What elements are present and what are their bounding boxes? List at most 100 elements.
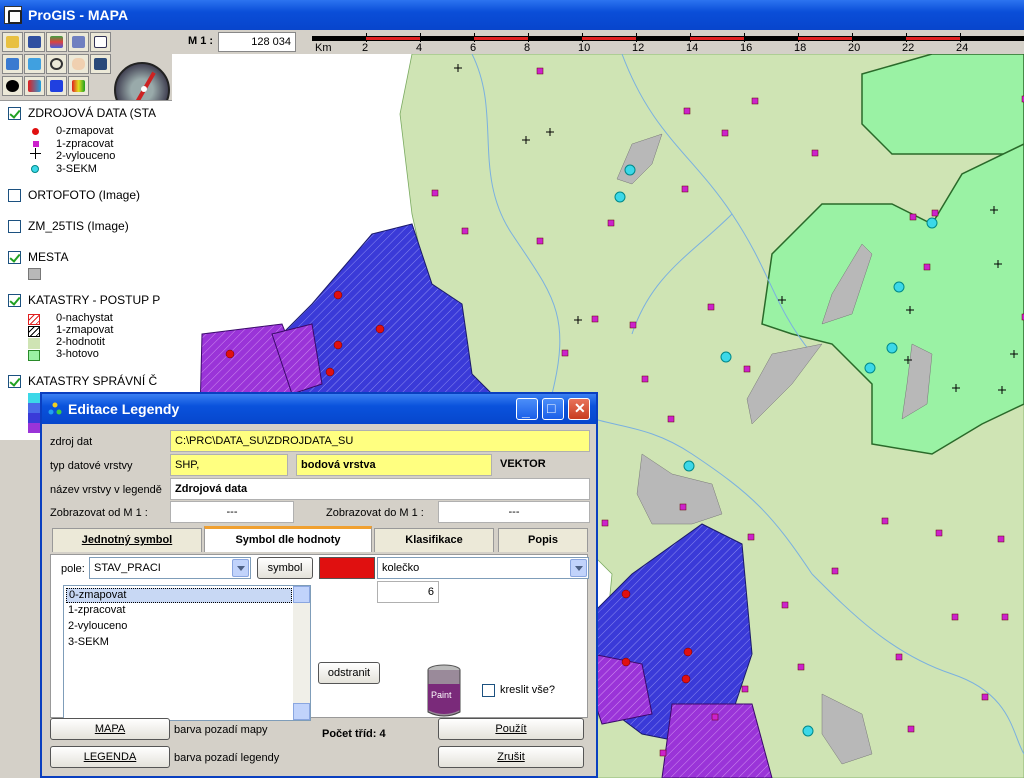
list-item[interactable]: 2-vylouceno	[66, 620, 292, 635]
scale-bar: M 1 : 128 034 Km 2 4 6 8 10 12 14 16 18 20 22 24	[172, 30, 1024, 54]
values-scrollbar[interactable]	[293, 586, 310, 720]
layers-icon[interactable]	[46, 32, 67, 52]
dialog-body: zdroj dat C:\PRC\DATA_SU\ZDROJDATA_SU ty…	[48, 426, 590, 774]
map-color-button[interactable]: MAPA	[50, 718, 170, 740]
scale-ruler	[312, 33, 1024, 42]
edit-icon[interactable]	[2, 54, 23, 74]
symbol-icon[interactable]	[46, 76, 67, 96]
layer-name-katastry-spravni[interactable]: KATASTRY SPRÁVNÍ Č	[28, 374, 157, 388]
list-icon[interactable]	[90, 32, 111, 52]
layer-name-ortofoto[interactable]: ORTOFOTO (Image)	[28, 188, 140, 202]
layer-name-mesta[interactable]: MESTA	[28, 250, 68, 264]
layer-checkbox-ortofoto[interactable]	[8, 189, 21, 202]
legend-bg-label: barva pozadí legendy	[174, 752, 280, 764]
add-layer-icon[interactable]	[24, 76, 45, 96]
legend-color-button[interactable]: LEGENDA	[50, 746, 170, 768]
fill-lightgreen-icon	[28, 338, 40, 349]
field-select-value: STAV_PRACI	[94, 562, 161, 574]
fill-green-icon	[28, 350, 40, 361]
info-icon[interactable]	[2, 76, 23, 96]
field-select[interactable]: STAV_PRACI	[89, 557, 251, 579]
hatch-red-icon	[28, 314, 40, 325]
symbol-button[interactable]: symbol	[257, 557, 313, 579]
close-button[interactable]: ✕	[568, 398, 590, 420]
remove-button[interactable]: odstranit	[318, 662, 380, 684]
list-item[interactable]: 0-zmapovat	[66, 588, 292, 603]
layer-name-zdrojova[interactable]: ZDROJOVÁ DATA (STA	[28, 106, 156, 120]
scroll-up-icon[interactable]	[293, 586, 310, 603]
hatch-black-icon	[28, 326, 40, 337]
scroll-down-icon[interactable]	[293, 703, 310, 720]
pointer-icon[interactable]	[90, 54, 111, 74]
layer-checkbox-zdrojova[interactable]	[8, 107, 21, 120]
dialog-title: Editace Legendy	[68, 401, 180, 417]
layer-type-field[interactable]: SHP,	[170, 454, 288, 476]
circle-cyan-icon	[31, 165, 39, 173]
paint-bucket-icon[interactable]: Paint	[424, 662, 464, 720]
layer-checkbox-zm25[interactable]	[8, 220, 21, 233]
scale-label: M 1 :	[188, 35, 214, 47]
layer-checkbox-mesta[interactable]	[8, 251, 21, 264]
tab-symbol-by-value[interactable]: Symbol dle hodnoty	[204, 526, 372, 552]
layer-name-katastry-postup[interactable]: KATASTRY - POSTUP P	[28, 293, 160, 307]
scale-tick-label: 18	[794, 42, 807, 54]
dialog-app-icon	[48, 402, 62, 415]
legend-item: 1-zpracovat	[56, 138, 114, 150]
show-from-field[interactable]: ---	[170, 501, 294, 523]
zoom-icon[interactable]	[46, 54, 67, 74]
toolbar	[0, 30, 172, 118]
tab-single-symbol[interactable]: Jednotný symbol	[52, 528, 202, 552]
palette-icon[interactable]	[68, 76, 89, 96]
open-icon[interactable]	[2, 32, 23, 52]
cancel-button[interactable]: Zrušit	[438, 746, 584, 768]
layer-checkbox-katastry-postup[interactable]	[8, 294, 21, 307]
chevron-down-icon[interactable]	[570, 559, 587, 577]
select-icon[interactable]	[24, 54, 45, 74]
legend-name-field[interactable]: Zdrojová data	[170, 478, 590, 500]
table-icon[interactable]	[68, 32, 89, 52]
show-to-field[interactable]: ---	[438, 501, 590, 523]
list-item[interactable]: 3-SEKM	[66, 636, 292, 651]
scale-tick-label: 14	[686, 42, 699, 54]
scale-tick	[744, 33, 745, 42]
field-label: pole:	[61, 563, 85, 575]
window-title: ProGIS - MAPA	[28, 7, 129, 23]
apply-button[interactable]: Použít	[438, 718, 584, 740]
scale-tick-label: 16	[740, 42, 753, 54]
list-item[interactable]: 1-zpracovat	[66, 604, 292, 619]
app-icon	[4, 6, 22, 24]
scale-tick-label: 6	[470, 42, 477, 54]
save-icon[interactable]	[24, 32, 45, 52]
scale-value[interactable]: 128 034	[218, 32, 296, 52]
map-cadastre-done	[861, 54, 1024, 155]
symbol-color-swatch[interactable]	[319, 557, 375, 579]
values-list[interactable]: 0-zmapovat 1-zpracovat 2-vylouceno 3-SEK…	[63, 585, 311, 721]
class-count: Počet tříd: 4	[322, 728, 386, 740]
point-red-icon	[32, 128, 39, 135]
tab-classification[interactable]: Klasifikace	[374, 528, 494, 552]
legend-item: 0-zmapovat	[56, 125, 114, 137]
layer-name-zm25[interactable]: ZM_25TIS (Image)	[28, 219, 129, 233]
show-from-label: Zobrazovat od M 1 :	[50, 507, 148, 519]
scale-tick	[528, 33, 529, 42]
geometry-type-field[interactable]: bodová vrstva	[296, 454, 492, 476]
chevron-down-icon[interactable]	[232, 559, 249, 577]
draw-all-checkbox[interactable]	[482, 684, 495, 697]
scale-tick	[852, 33, 853, 42]
source-field[interactable]: C:\PRC\DATA_SU\ZDROJDATA_SU	[170, 430, 590, 452]
pan-icon[interactable]	[68, 54, 89, 74]
minimize-button[interactable]: _	[516, 398, 538, 420]
layer-checkbox-katastry-spravni[interactable]	[8, 375, 21, 388]
tab-labels[interactable]: Popis	[498, 528, 588, 552]
shape-select[interactable]: kolečko	[377, 557, 589, 579]
size-field[interactable]: 6	[377, 581, 439, 603]
legend-item: 1-zmapovat	[56, 324, 114, 336]
maximize-button[interactable]: □	[542, 398, 564, 420]
vector-type-field: VEKTOR	[500, 458, 546, 470]
scale-segment	[582, 37, 636, 40]
draw-all-label: kreslit vše?	[500, 684, 556, 696]
scale-tick-label: 4	[416, 42, 423, 54]
dialog-titlebar: Editace Legendy _ □ ✕	[42, 394, 596, 424]
scale-tick-label: 22	[902, 42, 915, 54]
legend-item: 3-hotovo	[56, 348, 99, 360]
